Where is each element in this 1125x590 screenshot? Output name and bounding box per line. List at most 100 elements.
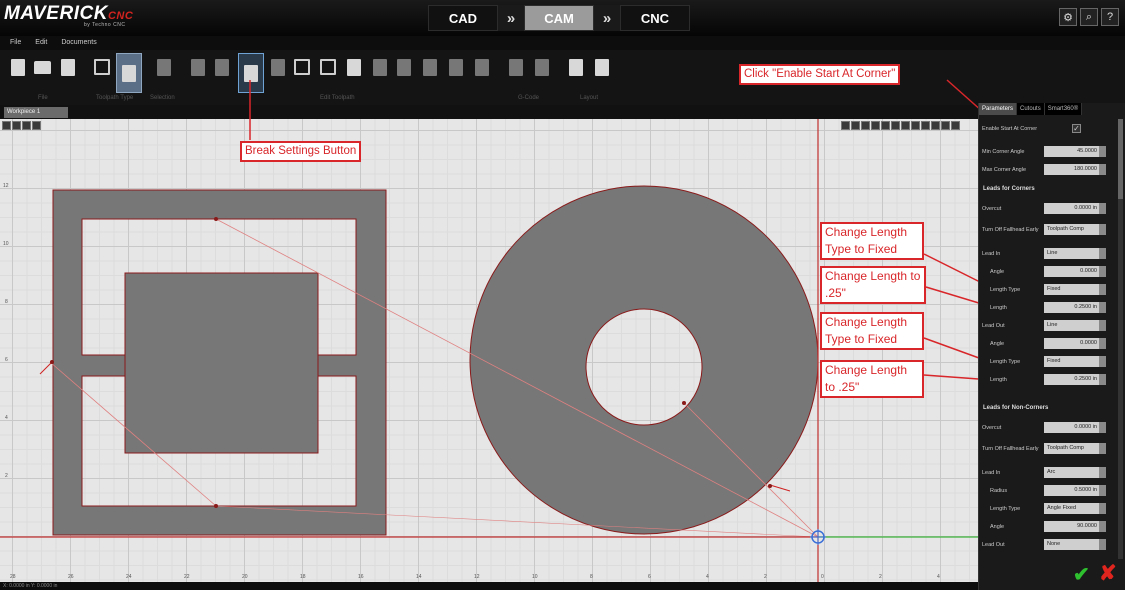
angle3-input[interactable]: 90.0000 [1044, 521, 1106, 532]
help-icon[interactable]: ? [1101, 8, 1119, 26]
callout-length-2: Change Length to .25" [820, 360, 924, 398]
tab-smart360[interactable]: Smart360® [1044, 103, 1083, 115]
layout-page-icon[interactable] [566, 55, 586, 79]
panel-scrollbar[interactable] [1118, 119, 1123, 559]
cancel-x-button[interactable]: ✘ [1099, 561, 1117, 586]
break-settings-button[interactable] [238, 53, 264, 93]
radius-input[interactable]: 0.5000 in [1044, 485, 1106, 496]
lengthtype2-select[interactable]: Fixed [1044, 356, 1106, 367]
leadin-select[interactable]: Line [1044, 248, 1106, 259]
angle2-input[interactable]: 0.0000 [1044, 338, 1106, 349]
start-point-marker [50, 360, 54, 364]
toolpath-outline-icon[interactable] [92, 55, 112, 79]
pen-icon[interactable] [532, 55, 552, 79]
selection-icon[interactable] [154, 55, 174, 79]
group-icon[interactable] [394, 55, 414, 79]
grid-icon[interactable] [32, 121, 41, 130]
turnoff-select[interactable]: Toolpath Comp [1044, 224, 1106, 235]
open-folder-icon[interactable] [32, 55, 52, 79]
leadout-select[interactable]: Line [1044, 320, 1106, 331]
y-tick-label: 10 [3, 241, 9, 247]
leadout2-select[interactable]: None [1044, 539, 1106, 550]
lengthtype3-select[interactable]: Angle Fixed [1044, 503, 1106, 514]
angle2-row: Angle 0.0000 [982, 336, 1114, 351]
gcode-export-icon[interactable] [506, 55, 526, 79]
x-tick-label: 12 [474, 574, 480, 580]
tab-parameters[interactable]: Parameters [979, 103, 1018, 115]
pan-icon[interactable] [22, 121, 31, 130]
view-icon[interactable] [841, 121, 850, 130]
length2-input[interactable]: 0.2500 in [1044, 374, 1106, 385]
search-icon[interactable]: ⌕ [1080, 8, 1098, 26]
link-icon[interactable] [188, 55, 208, 79]
settings-icon[interactable]: ⚙ [1059, 8, 1077, 26]
start-point-icon[interactable] [292, 55, 312, 79]
mode-switcher: CAD » CAM » CNC [428, 5, 690, 31]
lengthtype-select[interactable]: Fixed [1044, 284, 1106, 295]
angle2-label: Angle [990, 340, 1005, 347]
view-icon[interactable] [861, 121, 870, 130]
angle-label: Angle [990, 268, 1005, 275]
enable-start-checkbox[interactable]: ✓ [1072, 124, 1081, 133]
turnoff2-select[interactable]: Toolpath Comp [1044, 443, 1106, 454]
document-tab[interactable]: Workpiece 1 [4, 107, 68, 118]
min-corner-row: Min Corner Angle 45.0000 [982, 144, 1114, 159]
length-input[interactable]: 0.2500 in [1044, 302, 1106, 313]
new-file-icon[interactable] [8, 55, 28, 79]
toolpath-pocket-icon[interactable] [116, 53, 142, 93]
tab-icon[interactable] [268, 55, 288, 79]
view-icon[interactable] [951, 121, 960, 130]
max-corner-input[interactable]: 180.0000 [1044, 164, 1106, 175]
leadin2-label: Lead In [982, 469, 1001, 476]
leadin2-select[interactable]: Arc [1044, 467, 1106, 478]
app-logo: MAVERICKCNC by Techno CNC [4, 3, 133, 28]
x-tick-label: 6 [648, 574, 651, 580]
lead-icon[interactable] [212, 55, 232, 79]
mode-cad-tab[interactable]: CAD [428, 5, 498, 31]
x-tick-label: 4 [706, 574, 709, 580]
mode-cam-tab[interactable]: CAM [524, 5, 594, 31]
length-row: Length 0.2500 in [982, 300, 1114, 315]
length-label: Length [990, 304, 1007, 311]
zoom-icon[interactable] [2, 121, 11, 130]
document-icon[interactable] [344, 55, 364, 79]
angle-input[interactable]: 0.0000 [1044, 266, 1106, 277]
overcut-input[interactable]: 0.0000 in [1044, 203, 1106, 214]
inner-rectangle [124, 272, 319, 454]
view-icon[interactable] [871, 121, 880, 130]
max-corner-row: Max Corner Angle 180.0000 [982, 162, 1114, 177]
order-icon[interactable] [318, 55, 338, 79]
lengthtype-label: Length Type [990, 286, 1021, 293]
overcut2-row: Overcut 0.0000 in [982, 420, 1114, 435]
save-icon[interactable] [58, 55, 78, 79]
min-corner-input[interactable]: 45.0000 [1044, 146, 1106, 157]
lengthtype2-row: Length Type Fixed [982, 354, 1114, 369]
bounding-box-icon[interactable] [370, 55, 390, 79]
refresh-icon[interactable] [446, 55, 466, 79]
turnoff-label: Turn Off Fallhead Early [982, 226, 1039, 233]
view-icon[interactable] [941, 121, 950, 130]
mode-arrow-icon: » [594, 5, 620, 31]
view-icon[interactable] [921, 121, 930, 130]
view-icon[interactable] [881, 121, 890, 130]
delete-icon[interactable] [472, 55, 492, 79]
mode-cnc-tab[interactable]: CNC [620, 5, 690, 31]
y-tick-label: 4 [5, 415, 8, 421]
start-point-marker [682, 401, 686, 405]
tab-cutouts[interactable]: Cutouts [1017, 103, 1045, 115]
ok-check-button[interactable]: ✔ [1073, 562, 1090, 587]
view-icon[interactable] [931, 121, 940, 130]
y-tick-label: 6 [5, 357, 8, 363]
view-icon[interactable] [851, 121, 860, 130]
view-icon[interactable] [891, 121, 900, 130]
menu-file[interactable]: File [10, 36, 21, 50]
overcut2-input[interactable]: 0.0000 in [1044, 422, 1106, 433]
zoom-fit-icon[interactable] [12, 121, 21, 130]
menu-documents[interactable]: Documents [61, 36, 96, 50]
menu-edit[interactable]: Edit [35, 36, 47, 50]
layer-icon[interactable] [420, 55, 440, 79]
layout-copy-icon[interactable] [592, 55, 612, 79]
view-icon[interactable] [911, 121, 920, 130]
drawing-canvas[interactable]: 28 26 24 22 20 18 16 14 12 10 8 6 4 2 0 … [0, 119, 978, 582]
view-icon[interactable] [901, 121, 910, 130]
